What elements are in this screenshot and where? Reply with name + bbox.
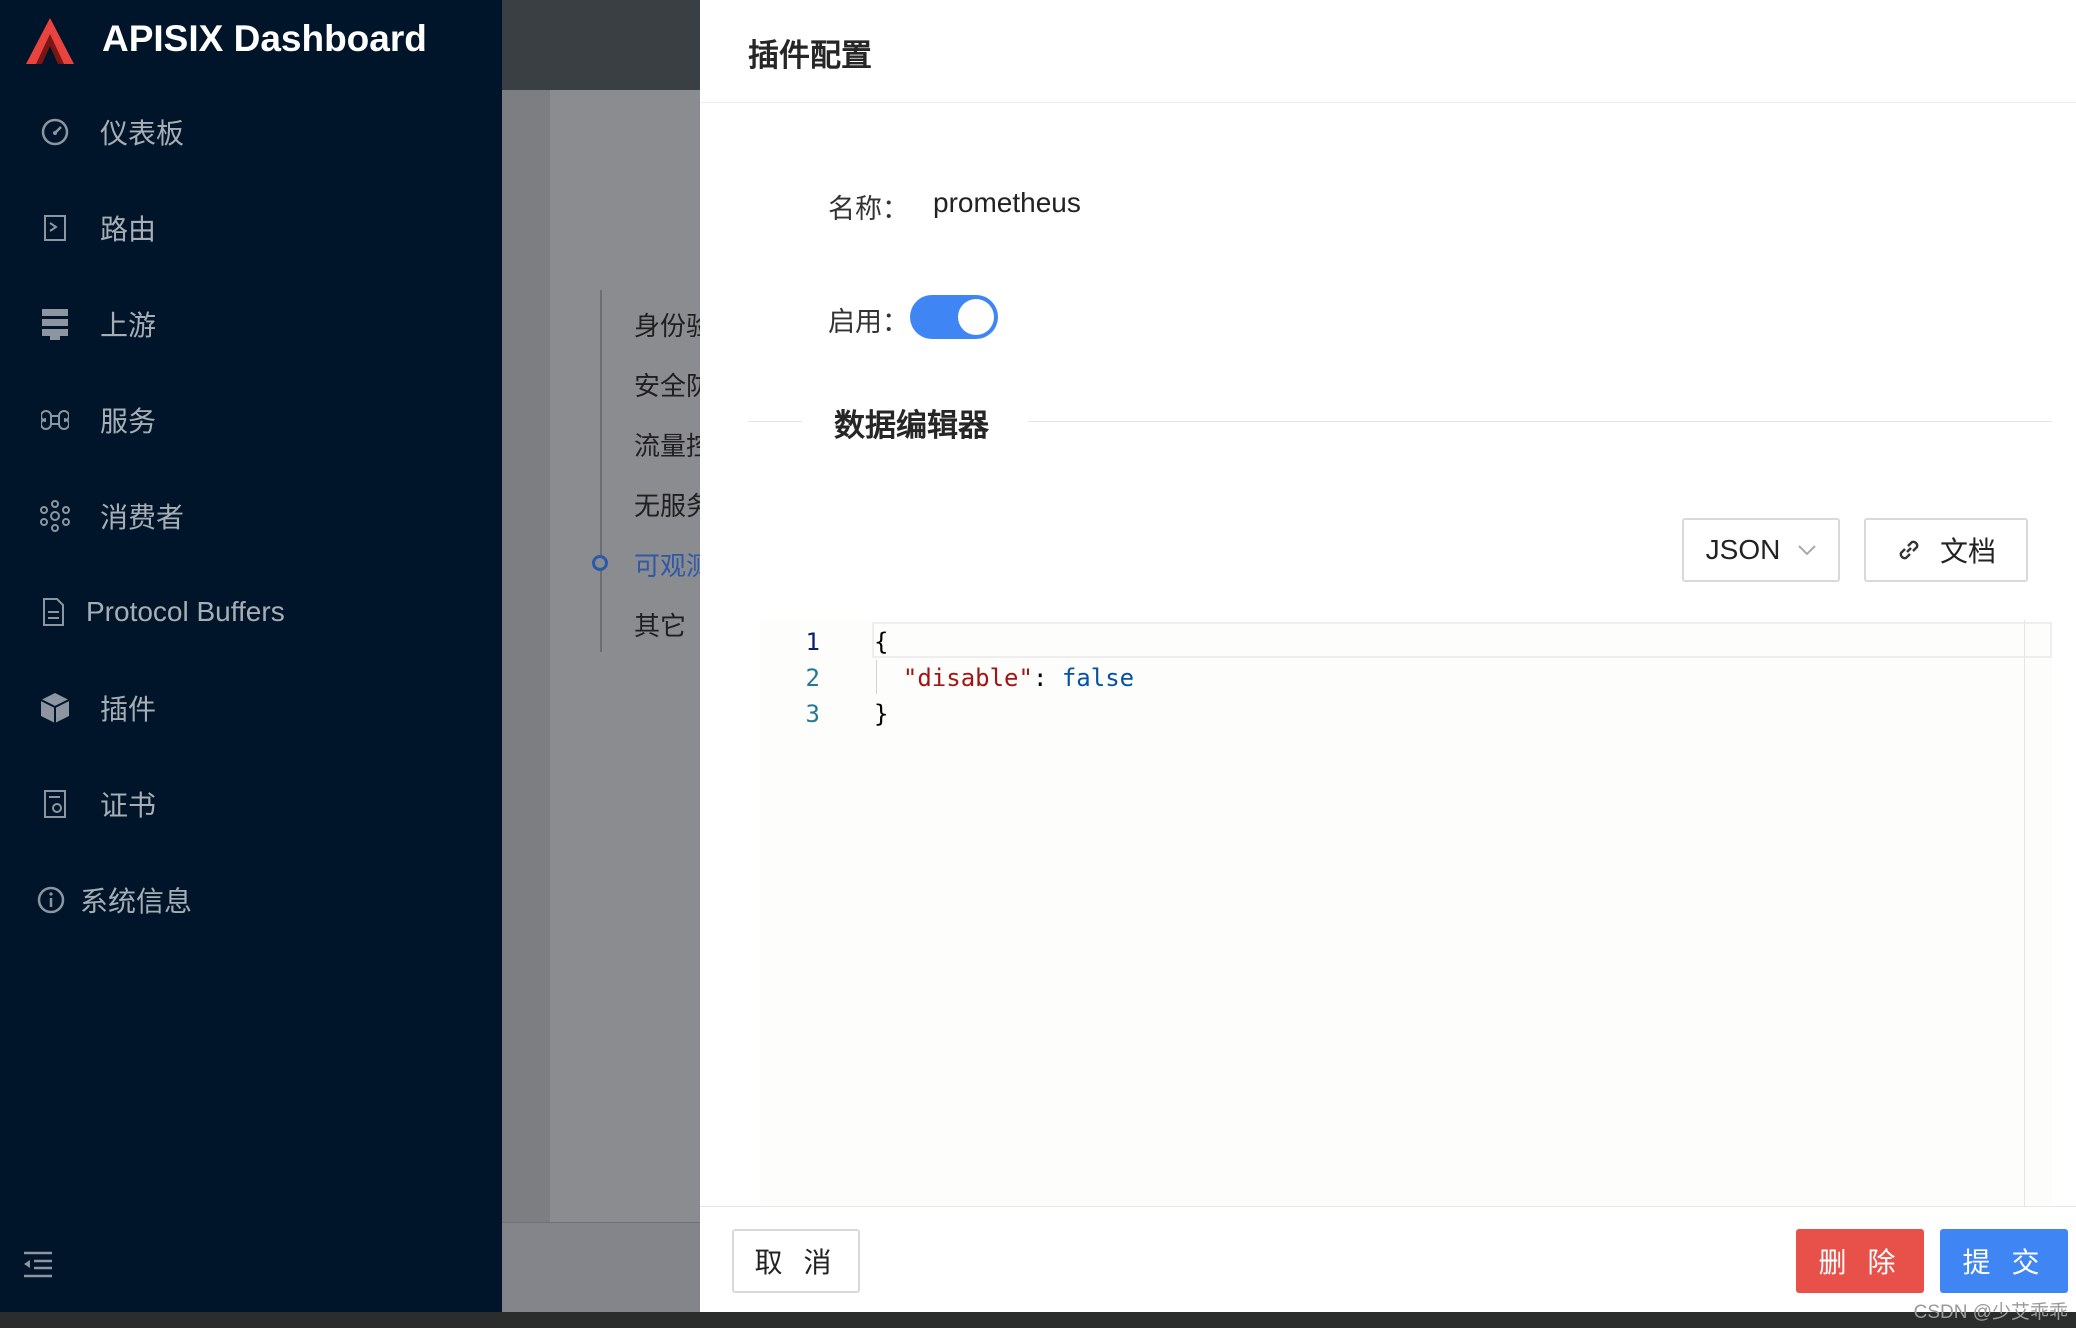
sidebar-item-label: 消费者 (100, 501, 185, 534)
sidebar-item-upstream[interactable]: 上游 (0, 288, 502, 360)
chevron-down-icon (1798, 545, 1817, 556)
editor-scrollbar[interactable] (2024, 620, 2025, 1208)
name-label: 名称： (828, 194, 909, 225)
json-colon: : (1032, 664, 1062, 692)
sidebar-item-label: 仪表板 (100, 117, 185, 150)
anchor-link[interactable]: 安全防 (634, 366, 702, 403)
json-key: "disable" (874, 664, 1033, 692)
anchor-link[interactable]: 流量控 (634, 426, 702, 463)
route-icon (38, 211, 72, 245)
logo-row: APISIX Dashboard (0, 0, 700, 90)
code-line: { (874, 628, 889, 656)
divider (1028, 421, 2052, 422)
docs-button[interactable]: 文档 (1864, 518, 2028, 582)
sidebar-item-certificates[interactable]: 证书 (0, 768, 502, 840)
anchor-link[interactable]: 身份验 (634, 306, 702, 343)
anchor-link[interactable]: 无服务 (634, 486, 702, 523)
section-title: 数据编辑器 (834, 408, 989, 444)
switch-knob (958, 299, 994, 335)
certificate-icon (38, 787, 72, 821)
enable-switch[interactable] (910, 295, 998, 339)
delete-button[interactable]: 删 除 (1796, 1229, 1924, 1293)
sidebar-item-label: 路由 (100, 213, 157, 246)
sidebar-item-label: 服务 (100, 405, 157, 438)
sidebar-item-system-info[interactable]: 系统信息 (0, 864, 502, 936)
language-select[interactable]: JSON (1682, 518, 1840, 582)
line-number: 3 (805, 700, 820, 728)
watermark: CSDN @少艾乖乖 (1913, 1302, 2068, 1323)
background-card (550, 90, 702, 1222)
apisix-logo (26, 18, 74, 64)
drawer-header: 插件配置 (700, 0, 2076, 103)
divider (748, 421, 802, 422)
dashboard-icon (38, 115, 72, 149)
file-icon (36, 595, 70, 629)
anchor-link[interactable]: 其它 (634, 606, 702, 643)
anchor-active-dot (592, 555, 608, 571)
command-icon (38, 403, 72, 437)
sidebar-item-services[interactable]: 服务 (0, 384, 502, 456)
code-line: } (874, 700, 889, 728)
sidebar-item-label: 证书 (100, 789, 157, 822)
sidebar-item-dashboard[interactable]: 仪表板 (0, 96, 502, 168)
sidebar-item-protocol-buffers[interactable]: Protocol Buffers (0, 576, 502, 648)
plugin-name-value: prometheus (933, 187, 1081, 218)
info-icon (34, 883, 68, 917)
language-select-value: JSON (1705, 534, 1781, 565)
sidebar-item-plugins[interactable]: 插件 (0, 672, 502, 744)
enable-label: 启用： (828, 307, 909, 338)
sidebar: APISIX Dashboard 仪表板 路由 上游 服务 消费者 Protoc… (0, 0, 502, 1312)
json-value: false (1061, 664, 1135, 692)
cancel-button[interactable]: 取 消 (732, 1229, 860, 1293)
sidebar-item-label: 插件 (100, 693, 157, 726)
cube-icon (38, 691, 72, 725)
drawer-footer: 取 消 删 除 提 交 (700, 1206, 2076, 1312)
sidebar-item-label: 上游 (100, 309, 157, 342)
background-footer (502, 1222, 702, 1312)
app-title: APISIX Dashboard (102, 18, 427, 59)
sidebar-item-consumers[interactable]: 消费者 (0, 480, 502, 552)
menu-fold-icon[interactable] (22, 1250, 54, 1278)
current-line-highlight (872, 622, 2052, 658)
submit-button[interactable]: 提 交 (1940, 1229, 2068, 1293)
line-number: 1 (805, 628, 820, 656)
sidebar-item-label: 系统信息 (80, 885, 193, 918)
code-editor[interactable]: 1 2 3 { "disable": false } (760, 620, 2052, 1208)
link-icon (1899, 540, 1919, 560)
database-icon (38, 307, 72, 341)
desktop-strip (0, 1312, 2076, 1328)
drawer-title: 插件配置 (748, 38, 872, 74)
plugin-config-drawer: 插件配置 名称： prometheus 启用： 数据编辑器 JSON 文档 1 … (700, 0, 2076, 1312)
sidebar-item-label: Protocol Buffers (86, 596, 285, 627)
line-number: 2 (805, 664, 820, 692)
code-line: "disable": false (874, 664, 1134, 692)
anchor-link-active[interactable]: 可观测 (634, 546, 702, 583)
sidebar-item-routes[interactable]: 路由 (0, 192, 502, 264)
anchor-line (600, 290, 602, 652)
docs-button-label: 文档 (1939, 535, 1996, 568)
cluster-icon (38, 499, 72, 533)
